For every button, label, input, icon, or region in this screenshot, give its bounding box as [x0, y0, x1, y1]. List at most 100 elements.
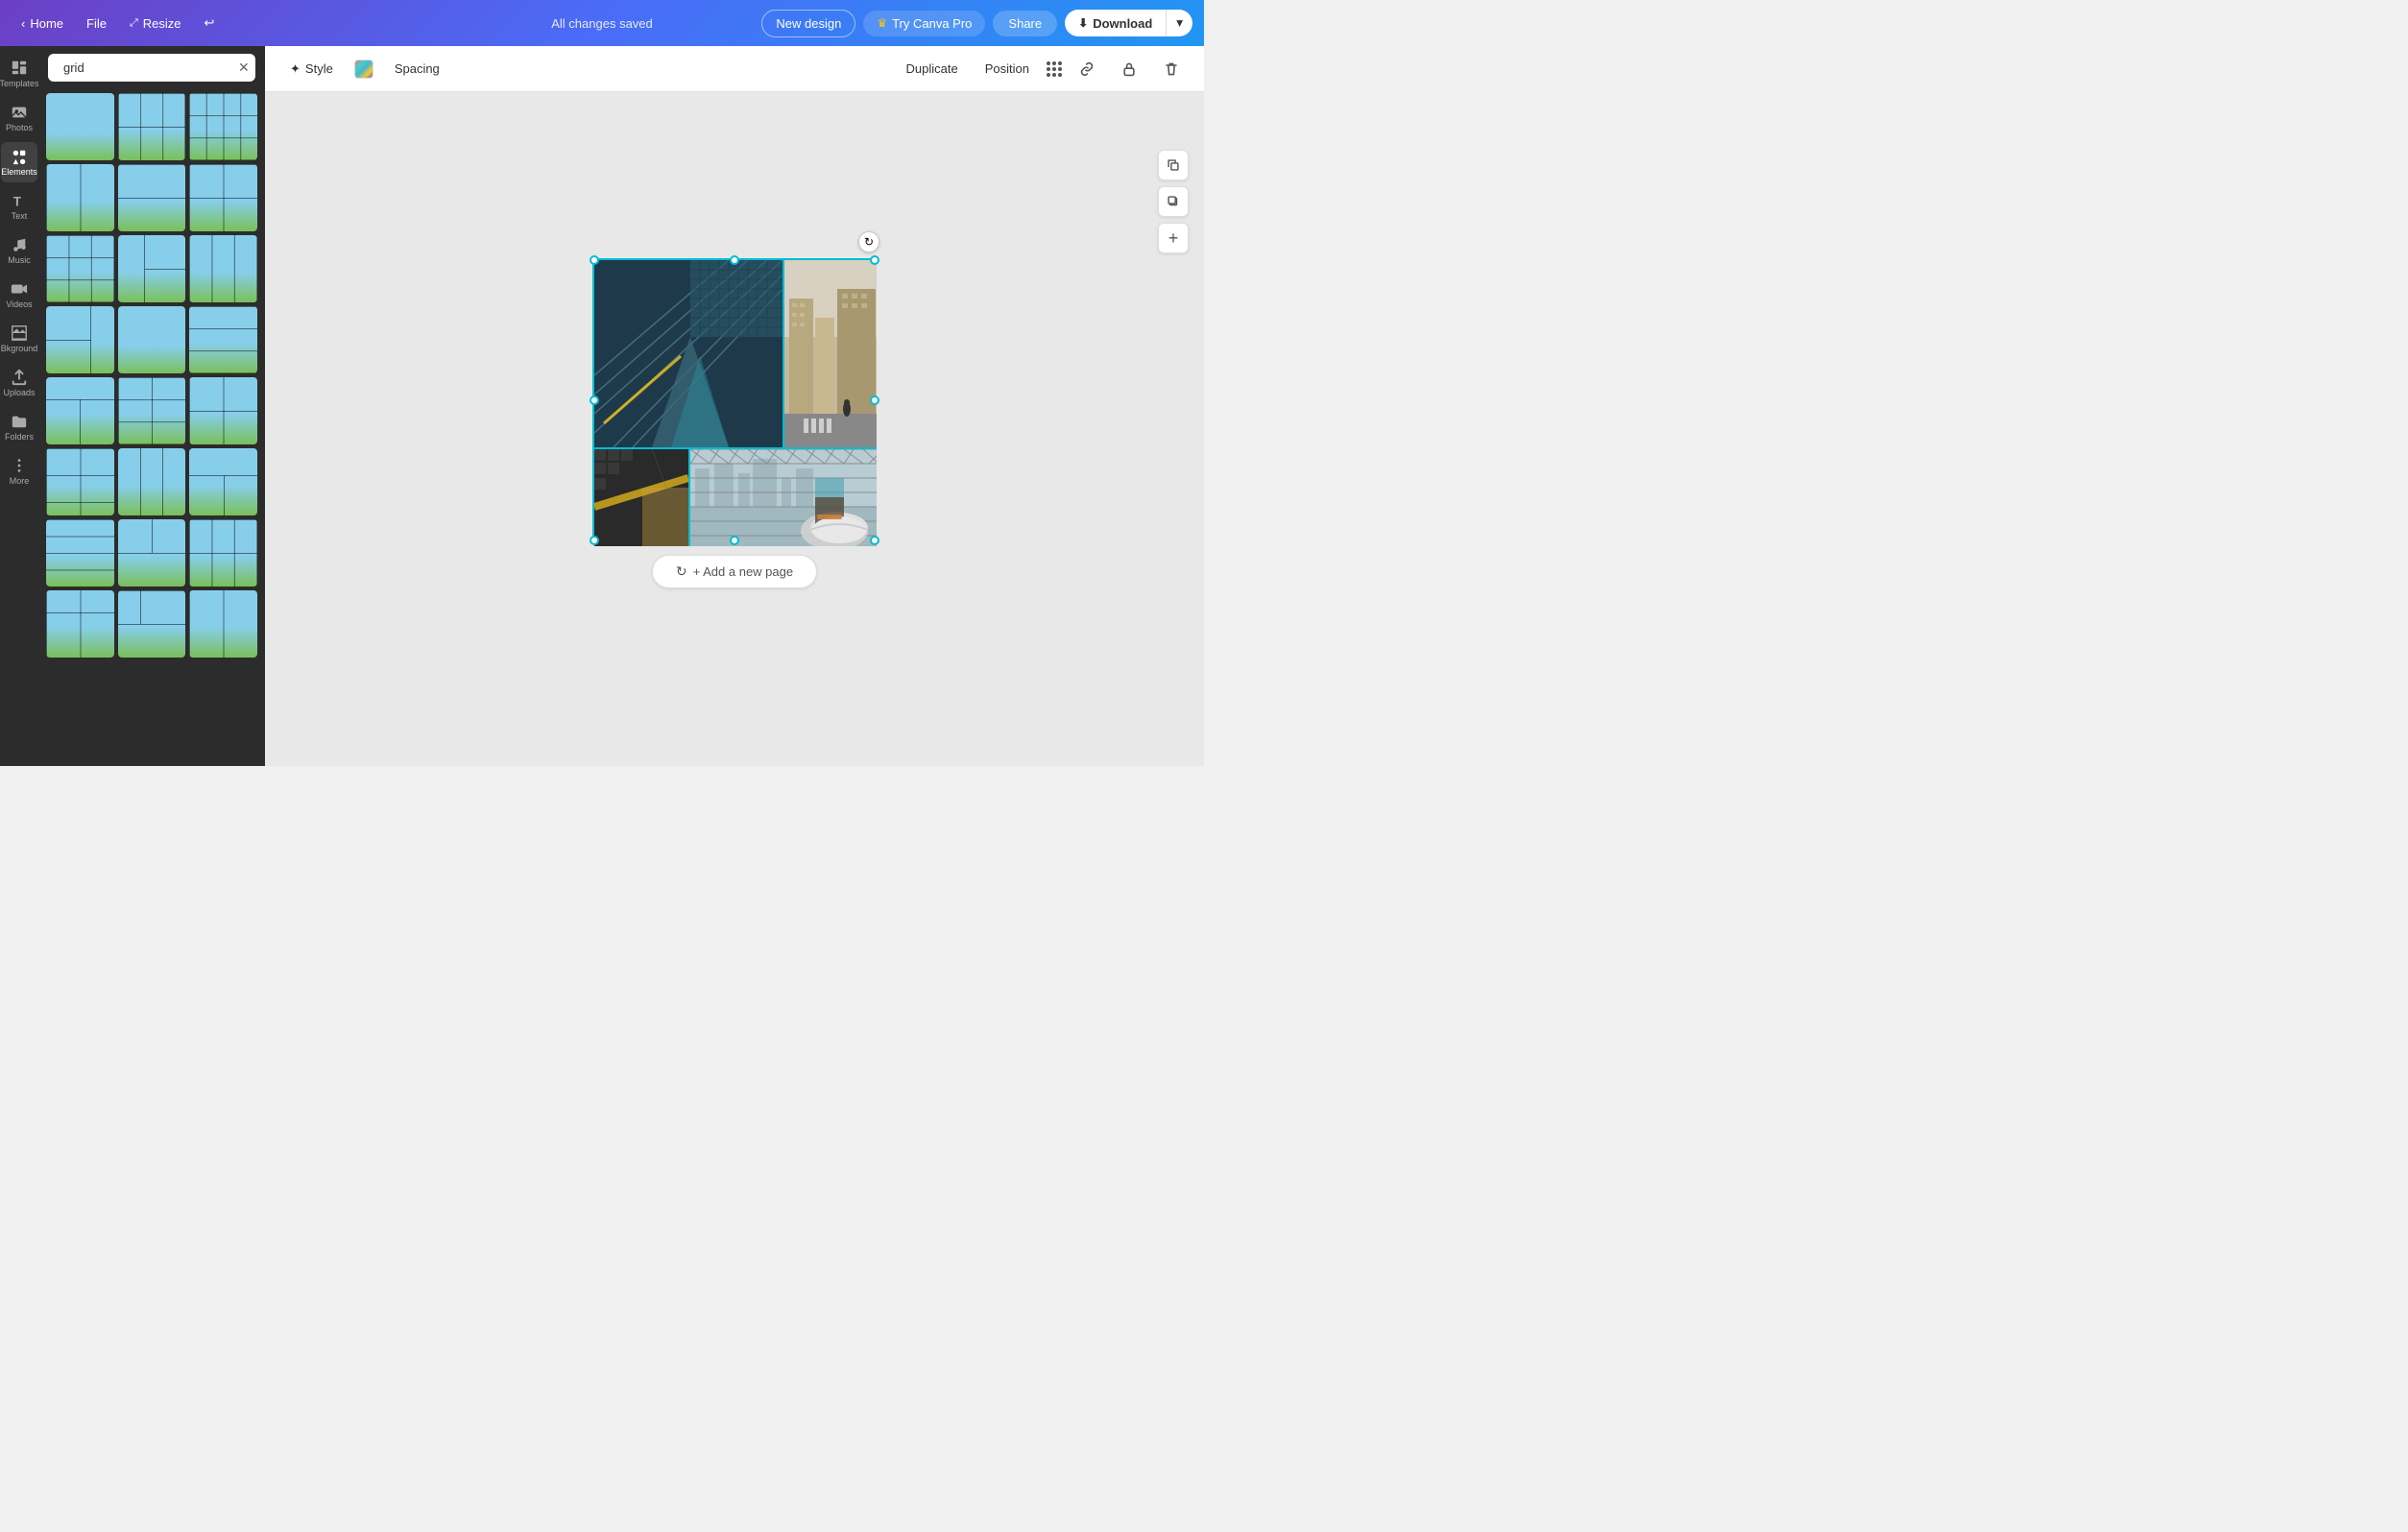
chevron-down-icon: ▾: [1176, 15, 1183, 30]
undo-button[interactable]: ↩: [195, 10, 225, 36]
templates-label: Templates: [0, 79, 39, 88]
resize-handle-ml[interactable]: [590, 395, 599, 405]
collage-bottom-row: [594, 447, 875, 544]
template-row: [46, 235, 257, 302]
sidebar-item-more[interactable]: More: [1, 451, 37, 491]
text-icon: T: [11, 192, 28, 209]
sidebar-item-text[interactable]: T Text: [1, 186, 37, 227]
template-thumb[interactable]: [189, 519, 257, 586]
photo-cell-street[interactable]: [783, 260, 877, 447]
sidebar-item-folders[interactable]: Folders: [1, 407, 37, 447]
resize-handle-bm[interactable]: [730, 536, 739, 545]
spacing-button[interactable]: Spacing: [385, 57, 449, 81]
photo-collage[interactable]: ↻: [592, 258, 877, 542]
sidebar-item-music[interactable]: Music: [1, 230, 37, 271]
background-icon: [11, 324, 28, 342]
aerial-photo: [594, 260, 783, 447]
undo-icon: ↩: [205, 15, 215, 31]
new-design-button[interactable]: New design: [761, 10, 855, 37]
copy-page-button[interactable]: [1158, 150, 1189, 180]
template-thumb[interactable]: [118, 590, 186, 658]
download-arrow-button[interactable]: ▾: [1166, 10, 1192, 36]
duplicate-page-button[interactable]: [1158, 186, 1189, 217]
template-row: [46, 448, 257, 515]
template-thumb[interactable]: [46, 164, 114, 231]
canvas-viewport[interactable]: + ↻: [265, 92, 1204, 766]
topbar-right: New design ♛ Try Canva Pro Share ⬇ Downl…: [761, 10, 1192, 37]
template-thumb[interactable]: [118, 164, 186, 231]
sidebar-item-photos[interactable]: Photos: [1, 98, 37, 138]
photo-cell-fence[interactable]: [688, 449, 877, 546]
template-thumb[interactable]: [46, 93, 114, 160]
search-input[interactable]: [63, 60, 232, 75]
template-thumb[interactable]: [189, 235, 257, 302]
template-thumb[interactable]: [46, 306, 114, 373]
template-thumb[interactable]: [46, 590, 114, 658]
photo-cell-aerial[interactable]: [594, 260, 783, 447]
link-icon: [1079, 61, 1095, 77]
canvas-page-container: ↻: [535, 220, 934, 638]
more-label: More: [10, 476, 30, 486]
clear-search-button[interactable]: ✕: [238, 60, 250, 76]
template-thumb[interactable]: [46, 235, 114, 302]
canvas-area: ✦ Style Spacing Duplicate Position: [265, 46, 1204, 766]
templates-icon: [11, 60, 28, 77]
download-group: ⬇ Download ▾: [1065, 10, 1192, 36]
template-thumb[interactable]: [46, 377, 114, 444]
template-thumb[interactable]: [189, 590, 257, 658]
template-thumb[interactable]: [118, 235, 186, 302]
resize-handle-br[interactable]: [870, 536, 879, 545]
lock-button[interactable]: [1112, 57, 1146, 82]
home-button[interactable]: ‹ Home: [12, 11, 73, 36]
music-icon: [11, 236, 28, 253]
template-thumb[interactable]: [118, 519, 186, 586]
style-button[interactable]: ✦ Style: [280, 57, 343, 82]
template-thumb[interactable]: [118, 377, 186, 444]
color-swatch[interactable]: [354, 60, 373, 79]
add-element-button[interactable]: +: [1158, 223, 1189, 253]
template-thumb[interactable]: [118, 448, 186, 515]
resize-handle-tr[interactable]: [870, 255, 879, 265]
template-thumb[interactable]: [46, 448, 114, 515]
sparkle-icon: ✦: [290, 61, 301, 77]
position-button[interactable]: Position: [975, 57, 1039, 81]
resize-handle-tm[interactable]: [730, 255, 739, 265]
try-pro-button[interactable]: ♛ Try Canva Pro: [863, 11, 985, 36]
resize-handle-bl[interactable]: [590, 536, 599, 545]
photo-cell-road[interactable]: [594, 449, 688, 546]
resize-handle-mr[interactable]: [870, 395, 879, 405]
template-thumb[interactable]: [189, 448, 257, 515]
template-thumb[interactable]: [189, 377, 257, 444]
duplicate-label: Duplicate: [906, 61, 958, 76]
template-thumb[interactable]: [118, 93, 186, 160]
template-row: [46, 93, 257, 160]
resize-button[interactable]: ⤢ Resize: [120, 11, 191, 36]
canvas-toolbar: ✦ Style Spacing Duplicate Position: [265, 46, 1204, 92]
template-thumb[interactable]: [46, 519, 114, 586]
topbar: ‹ Home File ⤢ Resize ↩ All changes saved…: [0, 0, 1204, 46]
sidebar-item-uploads[interactable]: Uploads: [1, 363, 37, 403]
add-page-button[interactable]: ↻ + Add a new page: [652, 555, 817, 588]
add-page-bar: ↻ + Add a new page: [652, 550, 817, 592]
link-button[interactable]: [1070, 57, 1104, 82]
sidebar-item-background[interactable]: Bkground: [1, 319, 37, 359]
duplicate-button[interactable]: Duplicate: [897, 57, 968, 81]
template-thumb[interactable]: [189, 164, 257, 231]
road-photo: [594, 449, 688, 546]
sidebar-item-elements[interactable]: Elements: [1, 142, 37, 182]
template-thumb[interactable]: [118, 306, 186, 373]
file-button[interactable]: File: [77, 11, 116, 36]
template-thumb[interactable]: [189, 306, 257, 373]
rotate-button[interactable]: ↻: [858, 231, 879, 252]
file-label: File: [86, 16, 107, 31]
share-button[interactable]: Share: [993, 11, 1057, 36]
resize-handle-tl[interactable]: [590, 255, 599, 265]
trash-icon: [1164, 61, 1179, 77]
sidebar-item-videos[interactable]: Videos: [1, 275, 37, 315]
download-button[interactable]: ⬇ Download: [1065, 10, 1166, 36]
more-icon: [11, 457, 28, 474]
delete-button[interactable]: [1154, 57, 1189, 82]
template-thumb[interactable]: [189, 93, 257, 160]
background-label: Bkground: [1, 344, 38, 353]
sidebar-item-templates[interactable]: Templates: [1, 54, 37, 94]
